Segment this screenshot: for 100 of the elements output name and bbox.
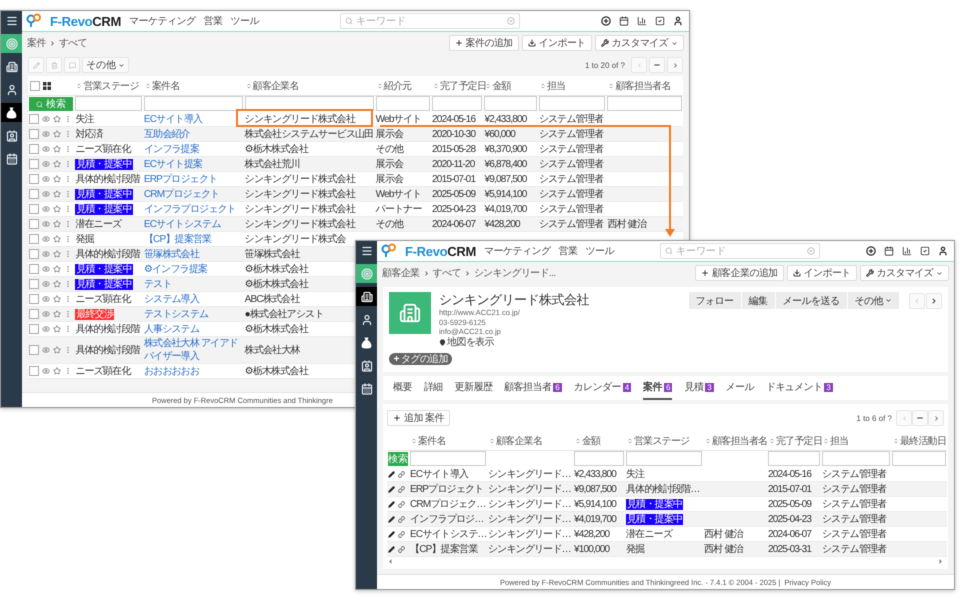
- task-check-icon[interactable]: [655, 16, 666, 26]
- tab[interactable]: 顧客担当者 6: [504, 376, 562, 400]
- deal-link[interactable]: テストシステム: [144, 308, 208, 320]
- tab[interactable]: メール: [726, 376, 754, 400]
- next-record-button[interactable]: [926, 292, 942, 308]
- action-button[interactable]: 案件の追加: [448, 35, 519, 51]
- column-header[interactable]: 担当: [823, 434, 848, 448]
- scroll-left-icon[interactable]: [387, 558, 394, 564]
- dropdown-icon[interactable]: [507, 17, 515, 25]
- link-icon[interactable]: [398, 470, 405, 478]
- page-menu-button[interactable]: [912, 410, 928, 426]
- column-header[interactable]: 案件名: [144, 78, 180, 92]
- column-header[interactable]: 顧客企業名: [246, 78, 299, 92]
- filter-field[interactable]: [75, 96, 142, 111]
- pencil-icon[interactable]: [388, 530, 395, 538]
- task-check-icon[interactable]: [920, 246, 930, 256]
- deal-link[interactable]: システム導入: [144, 292, 200, 306]
- nav-menu-item[interactable]: マーケティング: [128, 14, 196, 28]
- more-button[interactable]: その他: [82, 57, 129, 73]
- filter-field[interactable]: [538, 96, 606, 111]
- breadcrumb-item[interactable]: シンキングリード...: [474, 266, 556, 280]
- chart-icon[interactable]: [637, 16, 648, 26]
- deal-link[interactable]: ECサイト導入: [144, 112, 202, 126]
- eye-icon[interactable]: [42, 367, 50, 375]
- action-button[interactable]: カスタマイズ: [860, 265, 949, 281]
- row-checkbox[interactable]: [29, 366, 39, 376]
- column-header[interactable]: 案件名: [411, 434, 446, 448]
- eye-icon[interactable]: [42, 280, 50, 288]
- link-icon[interactable]: [398, 530, 405, 538]
- eye-icon[interactable]: [42, 160, 50, 168]
- eye-icon[interactable]: [42, 346, 50, 354]
- eye-icon[interactable]: [42, 250, 50, 258]
- eye-icon[interactable]: [42, 295, 50, 303]
- star-icon[interactable]: [53, 310, 61, 318]
- column-header[interactable]: 紹介元: [376, 78, 412, 92]
- column-header[interactable]: 営業ステージ: [627, 434, 690, 448]
- tab[interactable]: 概要: [393, 376, 412, 400]
- row-checkbox[interactable]: [29, 249, 39, 259]
- eye-icon[interactable]: [42, 145, 50, 153]
- action-button[interactable]: 顧客企業の追加: [694, 265, 784, 281]
- grid-icon[interactable]: [43, 82, 51, 90]
- chart-icon[interactable]: [902, 246, 912, 256]
- column-header[interactable]: 最終活動日: [893, 434, 946, 448]
- nav-menu-item[interactable]: マーケティング: [484, 244, 550, 258]
- row-checkbox[interactable]: [29, 189, 39, 199]
- sidebar-item[interactable]: [1, 103, 22, 122]
- star-icon[interactable]: [53, 190, 61, 198]
- row-checkbox[interactable]: [29, 264, 39, 274]
- record-action-button[interactable]: メールを送る: [776, 292, 846, 309]
- row-checkbox[interactable]: [29, 294, 39, 304]
- row-checkbox[interactable]: [29, 309, 39, 319]
- map-link[interactable]: 地図を表示: [439, 336, 680, 348]
- pencil-icon[interactable]: [388, 546, 395, 552]
- star-icon[interactable]: [53, 175, 61, 183]
- deal-link[interactable]: ECサイト提案: [144, 158, 202, 170]
- row-checkbox[interactable]: [29, 204, 39, 214]
- row-checkbox[interactable]: [29, 114, 39, 124]
- eye-icon[interactable]: [42, 325, 50, 333]
- filter-field[interactable]: [607, 96, 682, 111]
- add-tag-button[interactable]: タグの追加: [389, 352, 452, 364]
- tab[interactable]: 更新履歴: [454, 376, 492, 400]
- filter-field[interactable]: [574, 451, 624, 466]
- star-icon[interactable]: [53, 280, 61, 288]
- nav-menu-item[interactable]: 営業: [203, 14, 222, 28]
- filter-field[interactable]: [822, 451, 890, 466]
- row-checkbox[interactable]: [29, 174, 39, 184]
- row-checkbox[interactable]: [29, 219, 39, 229]
- deal-link[interactable]: 笹塚株式会社: [144, 248, 200, 260]
- column-header[interactable]: 顧客企業名: [489, 434, 542, 448]
- action-button[interactable]: インポート: [522, 35, 592, 51]
- filter-field[interactable]: [144, 96, 243, 111]
- column-header[interactable]: 金額: [485, 78, 511, 92]
- eye-icon[interactable]: [42, 220, 50, 228]
- column-header[interactable]: 顧客担当者名: [608, 78, 671, 92]
- pencil-icon[interactable]: [388, 486, 395, 492]
- column-header[interactable]: 営業ステージ: [76, 78, 139, 92]
- pencil-icon[interactable]: [388, 516, 395, 522]
- star-icon[interactable]: [53, 160, 61, 168]
- nav-menu-item[interactable]: 営業: [558, 244, 578, 258]
- star-icon[interactable]: [53, 130, 61, 138]
- link-icon[interactable]: [398, 500, 405, 508]
- record-action-button[interactable]: 編集: [742, 292, 774, 309]
- pencil-icon[interactable]: [388, 500, 395, 508]
- star-icon[interactable]: [53, 367, 61, 375]
- deal-link[interactable]: おおおおおお: [144, 364, 200, 378]
- breadcrumb-item[interactable]: 案件: [27, 36, 46, 50]
- eye-icon[interactable]: [42, 190, 50, 198]
- column-header[interactable]: 完了予定日: [769, 434, 822, 448]
- row-checkbox[interactable]: [29, 144, 39, 154]
- star-icon[interactable]: [53, 265, 61, 273]
- deal-link[interactable]: 株式会社大林 アイアドバイザー導入: [144, 337, 243, 363]
- deal-link[interactable]: CRMプロジェクト: [144, 188, 220, 200]
- row-checkbox[interactable]: [29, 234, 39, 244]
- star-icon[interactable]: [53, 235, 61, 243]
- action-button[interactable]: カスタマイズ: [594, 35, 684, 51]
- link-icon[interactable]: [398, 546, 405, 552]
- eye-icon[interactable]: [42, 310, 50, 318]
- row-checkbox[interactable]: [29, 345, 39, 355]
- deal-link[interactable]: インフラ提案: [144, 142, 200, 156]
- deal-link[interactable]: ⚙インフラ提案: [144, 262, 208, 276]
